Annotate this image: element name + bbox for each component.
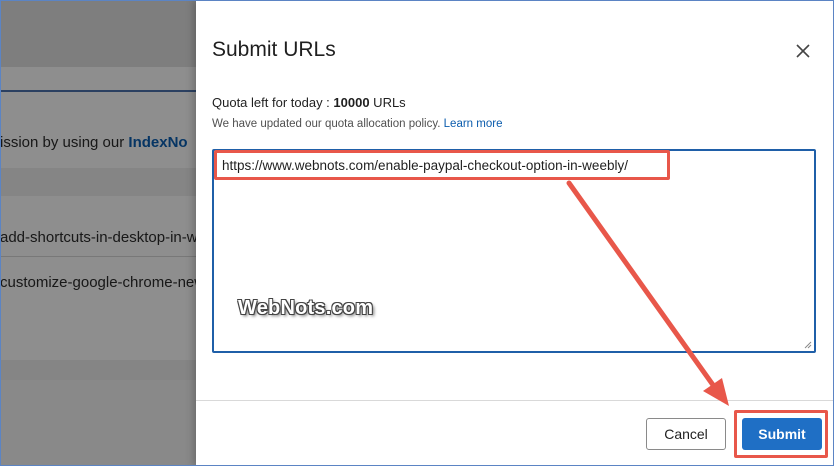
watermark-logo: WebNots.com xyxy=(238,297,374,319)
quota-info: Quota left for today : 10000 URLs xyxy=(212,95,406,110)
submit-urls-dialog: Submit URLs Quota left for today : 10000… xyxy=(196,0,834,466)
close-icon xyxy=(796,44,810,58)
url-highlight-box xyxy=(214,150,670,180)
resize-grip-icon[interactable] xyxy=(804,341,812,349)
policy-note: We have updated our quota allocation pol… xyxy=(212,118,502,130)
footer-divider xyxy=(196,400,834,401)
cancel-button[interactable]: Cancel xyxy=(646,418,726,450)
submit-button[interactable]: Submit xyxy=(742,418,822,450)
quota-value: 10000 xyxy=(333,95,370,110)
quota-unit: URLs xyxy=(369,95,406,110)
learn-more-link[interactable]: Learn more xyxy=(444,118,503,130)
policy-text: We have updated our quota allocation pol… xyxy=(212,118,441,130)
close-button[interactable] xyxy=(792,40,814,62)
quota-label: Quota left for today : xyxy=(212,95,334,110)
dialog-title: Submit URLs xyxy=(212,38,336,61)
